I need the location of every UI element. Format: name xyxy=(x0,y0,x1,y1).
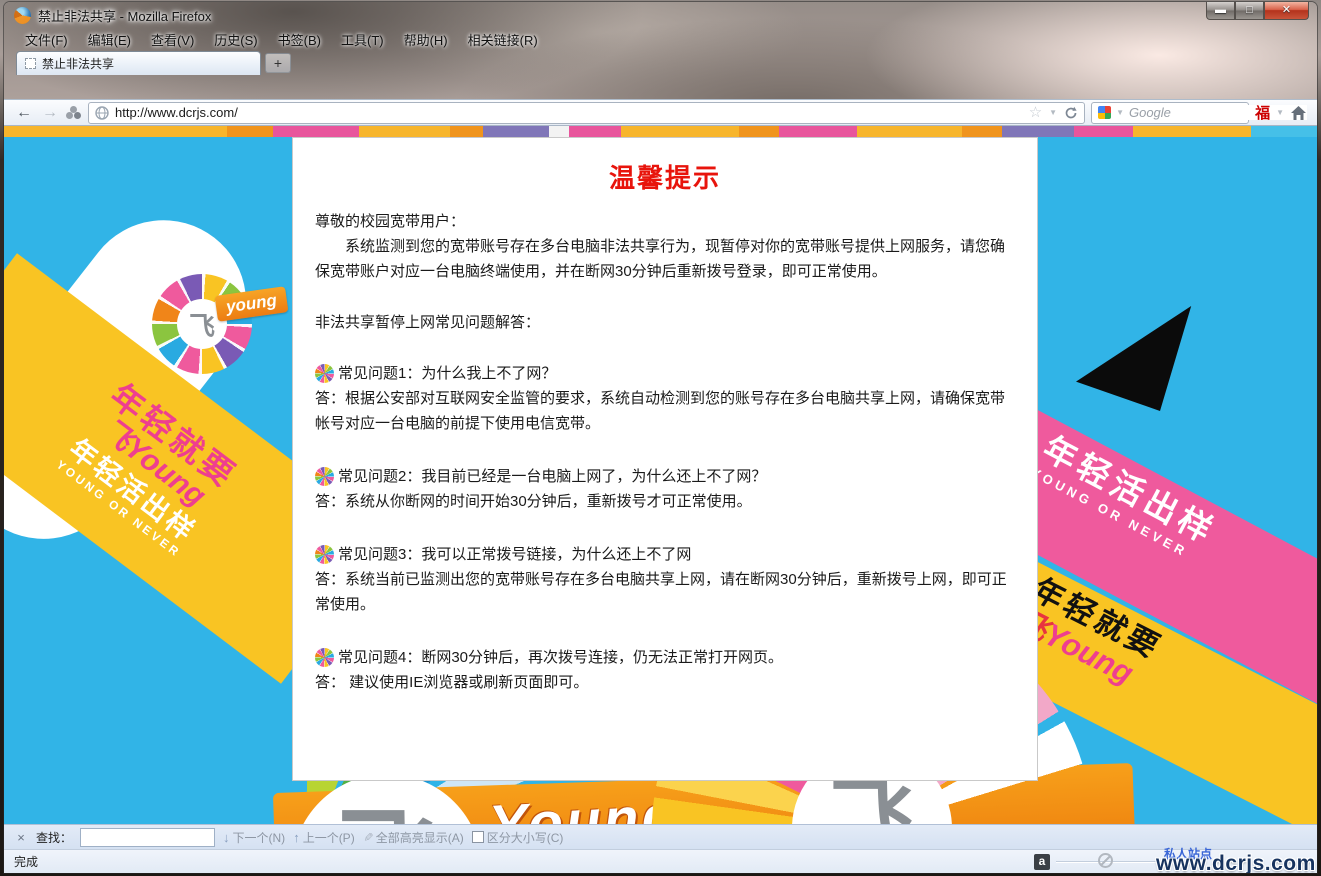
faq-item: 常见问题3：我可以正常拨号链接，为什么还上不了网 答：系统当前已监测出您的宽带账… xyxy=(315,542,1015,617)
firefox-icon xyxy=(14,7,31,24)
maximize-button[interactable]: □ xyxy=(1235,2,1264,20)
menu-tools[interactable]: 工具(T) xyxy=(332,28,393,51)
url-bar[interactable]: ☆ ▼ xyxy=(88,102,1085,124)
faq-heading: 非法共享暂停上网常见问题解答： xyxy=(315,310,1015,335)
find-close-icon[interactable]: × xyxy=(14,830,28,845)
top-color-band xyxy=(4,126,1317,137)
home-icon[interactable] xyxy=(1290,105,1307,121)
find-label: 查找： xyxy=(36,829,72,846)
notice-panel: 温馨提示 尊敬的校园宽带用户： 系统监测到您的宽带账号存在多台电脑非法共享行为，… xyxy=(292,137,1038,781)
fu-dropdown-icon[interactable]: ▼ xyxy=(1276,108,1284,117)
menu-view[interactable]: 查看(V) xyxy=(142,28,203,51)
highlighter-icon: ✎ xyxy=(361,832,375,842)
pinwheel-bullet-icon xyxy=(315,648,334,667)
pinwheel-bullet-icon xyxy=(315,545,334,564)
globe-icon xyxy=(95,106,109,120)
down-arrow-icon: ↓ xyxy=(223,830,230,845)
black-triangle-shape xyxy=(1076,306,1196,411)
browser-window: 禁止非法共享 - Mozilla Firefox ▬ □ ✕ 文件(F) 编辑(… xyxy=(4,2,1317,873)
faq-item: 常见问题2：我目前已经是一台电脑上网了，为什么还上不了网？ 答：系统从你断网的时… xyxy=(315,464,1015,514)
menu-help[interactable]: 帮助(H) xyxy=(395,28,457,51)
pinwheel-bullet-icon xyxy=(315,467,334,486)
highlight-all-button[interactable]: ✎ 全部高亮显示(A) xyxy=(363,829,464,846)
status-text: 完成 xyxy=(14,853,38,870)
menu-bookmarks[interactable]: 书签(B) xyxy=(269,28,330,51)
faq-item: 常见问题4：断网30分钟后，再次拨号连接，仍无法正常打开网页。 答： 建议使用I… xyxy=(315,645,1015,695)
window-controls: ▬ □ ✕ xyxy=(1206,2,1309,20)
notice-intro: 系统监测到您的宽带账号存在多台电脑非法共享行为，现暂停对你的宽带账号提供上网服务… xyxy=(315,234,1015,284)
match-case-checkbox[interactable] xyxy=(472,831,484,843)
titlebar[interactable]: 禁止非法共享 - Mozilla Firefox ▬ □ ✕ xyxy=(4,2,1317,28)
new-tab-button[interactable]: + xyxy=(265,53,291,73)
search-engine-dropdown-icon[interactable]: ▼ xyxy=(1116,108,1124,117)
menu-file[interactable]: 文件(F) xyxy=(16,28,77,51)
find-input[interactable] xyxy=(80,828,215,847)
tab-strip: 禁止非法共享 + xyxy=(4,50,1317,75)
find-bar: × 查找： ↓ 下一个(N) ↑ 上一个(P) ✎ 全部高亮显示(A) 区分大小… xyxy=(4,824,1317,849)
faq-item: 常见问题1：为什么我上不了网？ 答：根据公安部对互联网安全监管的要求，系统自动检… xyxy=(315,361,1015,436)
menu-bar: 文件(F) 编辑(E) 查看(V) 历史(S) 书签(B) 工具(T) 帮助(H… xyxy=(4,28,1317,50)
find-next-button[interactable]: ↓ 下一个(N) xyxy=(223,829,285,846)
notice-greeting: 尊敬的校园宽带用户： xyxy=(315,209,1015,234)
back-button[interactable]: ← xyxy=(14,103,34,123)
extension-icon[interactable] xyxy=(66,105,82,121)
fu-addon-button[interactable]: 福 xyxy=(1255,102,1270,123)
urlbar-dropdown-icon[interactable]: ▼ xyxy=(1049,108,1057,117)
search-box[interactable]: ▼ xyxy=(1091,102,1249,124)
menu-edit[interactable]: 编辑(E) xyxy=(79,28,140,51)
close-button[interactable]: ✕ xyxy=(1264,2,1309,20)
urlbar-buttons: ☆ ▼ xyxy=(1029,106,1078,120)
google-icon xyxy=(1098,106,1111,119)
tab-label: 禁止非法共享 xyxy=(42,55,114,72)
faq-answer: 答：根据公安部对互联网安全监管的要求，系统自动检测到您的账号存在多台电脑共享上网… xyxy=(315,386,1015,436)
pinwheel-bullet-icon xyxy=(315,364,334,383)
forward-button[interactable]: → xyxy=(40,103,60,123)
tab-active[interactable]: 禁止非法共享 xyxy=(16,51,261,75)
find-prev-button[interactable]: ↑ 上一个(P) xyxy=(293,829,355,846)
status-bar: 完成 a 私人站点 www.dcrjs.com xyxy=(4,849,1317,873)
window-title: 禁止非法共享 - Mozilla Firefox xyxy=(38,6,211,25)
navigation-toolbar: ← → ☆ ▼ ▼ xyxy=(4,99,1317,126)
font-zoom-icon[interactable]: a xyxy=(1034,854,1050,870)
up-arrow-icon: ↑ xyxy=(293,830,300,845)
faq-question: 常见问题3：我可以正常拨号链接，为什么还上不了网 xyxy=(315,542,1015,567)
faq-question: 常见问题1：为什么我上不了网？ xyxy=(315,361,1015,386)
faq-question: 常见问题4：断网30分钟后，再次拨号连接，仍无法正常打开网页。 xyxy=(315,645,1015,670)
minimize-button[interactable]: ▬ xyxy=(1206,2,1235,20)
window-chrome: 禁止非法共享 - Mozilla Firefox ▬ □ ✕ 文件(F) 编辑(… xyxy=(4,2,1317,99)
faq-answer: 答：系统从你断网的时间开始30分钟后，重新拨号才可正常使用。 xyxy=(315,489,1015,514)
tab-favicon-placeholder xyxy=(25,58,36,69)
faq-answer: 答：系统当前已监测出您的宽带账号存在多台电脑共享上网，请在断网30分钟后，重新拨… xyxy=(315,567,1015,617)
menu-history[interactable]: 历史(S) xyxy=(205,28,266,51)
zoom-slider-knob[interactable] xyxy=(1098,853,1113,868)
bookmark-star-icon[interactable]: ☆ xyxy=(1029,106,1042,120)
watermark-url-text: www.dcrjs.com xyxy=(1156,852,1316,873)
url-input[interactable] xyxy=(115,105,1023,120)
page-content: 飞 young 年轻就要 飞Young 年轻活出样 YOUNG OR NEVER… xyxy=(4,126,1317,824)
notice-title: 温馨提示 xyxy=(315,158,1015,195)
reload-icon[interactable] xyxy=(1064,106,1078,120)
faq-question: 常见问题2：我目前已经是一台电脑上网了，为什么还上不了网？ xyxy=(315,464,1015,489)
faq-answer: 答： 建议使用IE浏览器或刷新页面即可。 xyxy=(315,670,1015,695)
match-case-option[interactable]: 区分大小写(C) xyxy=(472,829,564,846)
menu-related-links[interactable]: 相关链接(R) xyxy=(459,28,547,51)
